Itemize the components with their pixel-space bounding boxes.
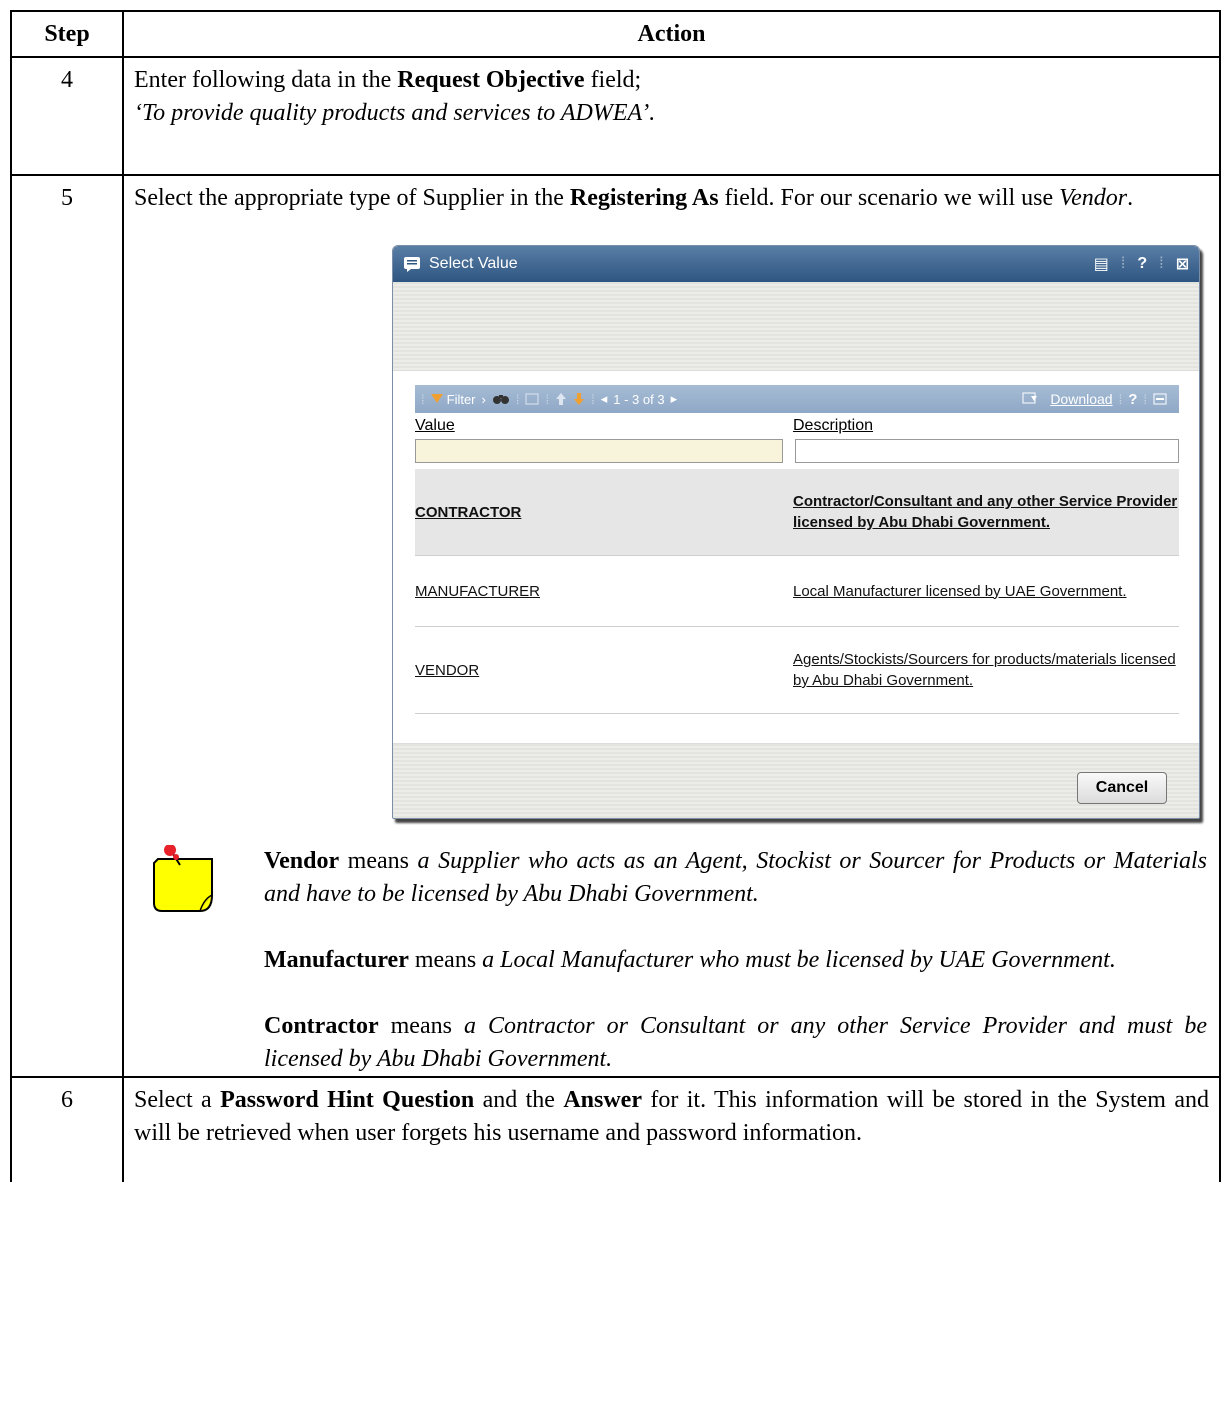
filter-row xyxy=(415,439,1179,463)
step-action: Select a Password Hint Question and the … xyxy=(122,1076,1221,1182)
filter-icon xyxy=(430,394,443,403)
vendor-definition: Vendor means a Supplier who acts as an A… xyxy=(264,848,1207,907)
next-page-icon[interactable]: ▸ xyxy=(671,391,678,407)
row-description[interactable]: Local Manufacturer licensed by UAE Gover… xyxy=(793,581,1179,602)
field-name: Answer xyxy=(563,1087,642,1113)
table-row-step-4: 4 Enter following data in the Request Ob… xyxy=(10,56,1221,176)
row-description[interactable]: Agents/Stockists/Sourcers for products/m… xyxy=(793,649,1179,691)
step-5-instruction: Select the appropriate type of Supplier … xyxy=(134,185,1134,211)
help-icon[interactable]: ? xyxy=(1137,255,1147,273)
move-down-icon[interactable] xyxy=(573,392,585,406)
header-action: Action xyxy=(122,10,1221,58)
step-4-instruction: Enter following data in the Request Obje… xyxy=(134,67,642,93)
dialog-header-band xyxy=(393,282,1199,371)
chevron-right-icon: › xyxy=(481,391,486,407)
dialog-title-bar: Select Value ▤ ⁞ ? ⁞ ⊠ xyxy=(393,246,1199,282)
table-row[interactable]: VENDOR Agents/Stockists/Sourcers for pro… xyxy=(415,627,1179,714)
column-header-description[interactable]: Description xyxy=(793,417,1179,435)
dialog-title: Select Value xyxy=(429,255,518,272)
value-filter-input[interactable] xyxy=(415,439,783,463)
field-name: Request Objective xyxy=(397,67,585,93)
separator: ⁞ xyxy=(1120,255,1126,272)
step-action: Select the appropriate type of Supplier … xyxy=(122,174,1221,1078)
step-action: Enter following data in the Request Obje… xyxy=(122,56,1221,176)
cancel-button[interactable]: Cancel xyxy=(1077,772,1167,804)
maximize-icon[interactable]: ▤ xyxy=(1094,254,1109,274)
field-name: Registering As xyxy=(569,185,719,211)
row-value[interactable]: CONTRACTOR xyxy=(415,504,793,521)
table-row-step-6: 6 Select a Password Hint Question and th… xyxy=(10,1076,1221,1182)
description-filter-input[interactable] xyxy=(795,439,1179,463)
column-header-value[interactable]: Value xyxy=(415,417,793,435)
choice-value: Vendor xyxy=(1059,185,1128,211)
sticky-note-icon xyxy=(153,845,213,912)
separator: ⁞ xyxy=(1159,255,1164,272)
table-row-step-5: 5 Select the appropriate type of Supplie… xyxy=(10,174,1221,1078)
step-number: 5 xyxy=(10,174,124,1078)
header-step: Step xyxy=(10,10,124,58)
steps-table: Step Action 4 Enter following data in th… xyxy=(10,10,1221,1182)
help-icon[interactable]: ? xyxy=(1128,391,1137,408)
screenshot-container: Select Value ▤ ⁞ ? ⁞ ⊠ ⁞ Filter › ⁞ ⁞ ⁞ … xyxy=(134,215,1209,819)
row-value[interactable]: MANUFACTURER xyxy=(415,583,793,600)
table-row[interactable]: MANUFACTURER Local Manufacturer licensed… xyxy=(415,556,1179,627)
grid-toolbar: ⁞ Filter › ⁞ ⁞ ⁞ ◂ 1 - 3 of 3 ▸ Download… xyxy=(415,385,1179,413)
contractor-definition: Contractor means a Contractor or Consult… xyxy=(264,1013,1207,1072)
dialog-body: ⁞ Filter › ⁞ ⁞ ⁞ ◂ 1 - 3 of 3 ▸ Download… xyxy=(393,371,1199,743)
binoculars-icon[interactable] xyxy=(492,393,510,405)
dialog-footer: Cancel xyxy=(393,743,1199,818)
row-description[interactable]: Contractor/Consultant and any other Serv… xyxy=(793,491,1179,533)
select-value-dialog: Select Value ▤ ⁞ ? ⁞ ⊠ ⁞ Filter › ⁞ ⁞ ⁞ … xyxy=(392,245,1200,819)
close-icon[interactable]: ⊠ xyxy=(1176,254,1189,274)
page-range: 1 - 3 of 3 xyxy=(613,391,665,407)
table-row[interactable]: CONTRACTOR Contractor/Consultant and any… xyxy=(415,469,1179,556)
objective-value: ‘To provide quality products and service… xyxy=(134,100,656,126)
filter-button[interactable]: Filter xyxy=(430,392,476,407)
step-number: 6 xyxy=(10,1076,124,1182)
grid-header: Value Description xyxy=(415,417,1179,435)
step-number: 4 xyxy=(10,56,124,176)
row-value[interactable]: VENDOR xyxy=(415,662,793,679)
download-link[interactable]: Download xyxy=(1050,391,1112,407)
field-name: Password Hint Question xyxy=(220,1087,475,1113)
collapse-icon[interactable] xyxy=(1153,393,1167,405)
columns-icon[interactable] xyxy=(525,393,539,405)
dialog-list-icon xyxy=(404,257,420,272)
definitions-note: Vendor means a Supplier who acts as an A… xyxy=(134,845,1209,1076)
definitions-text: Vendor means a Supplier who acts as an A… xyxy=(264,845,1207,1076)
move-up-icon[interactable] xyxy=(555,392,567,406)
previous-page-icon[interactable]: ◂ xyxy=(601,391,608,407)
download-icon[interactable] xyxy=(1022,392,1038,406)
table-header-row: Step Action xyxy=(10,10,1221,58)
manufacturer-definition: Manufacturer means a Local Manufacturer … xyxy=(264,947,1116,973)
